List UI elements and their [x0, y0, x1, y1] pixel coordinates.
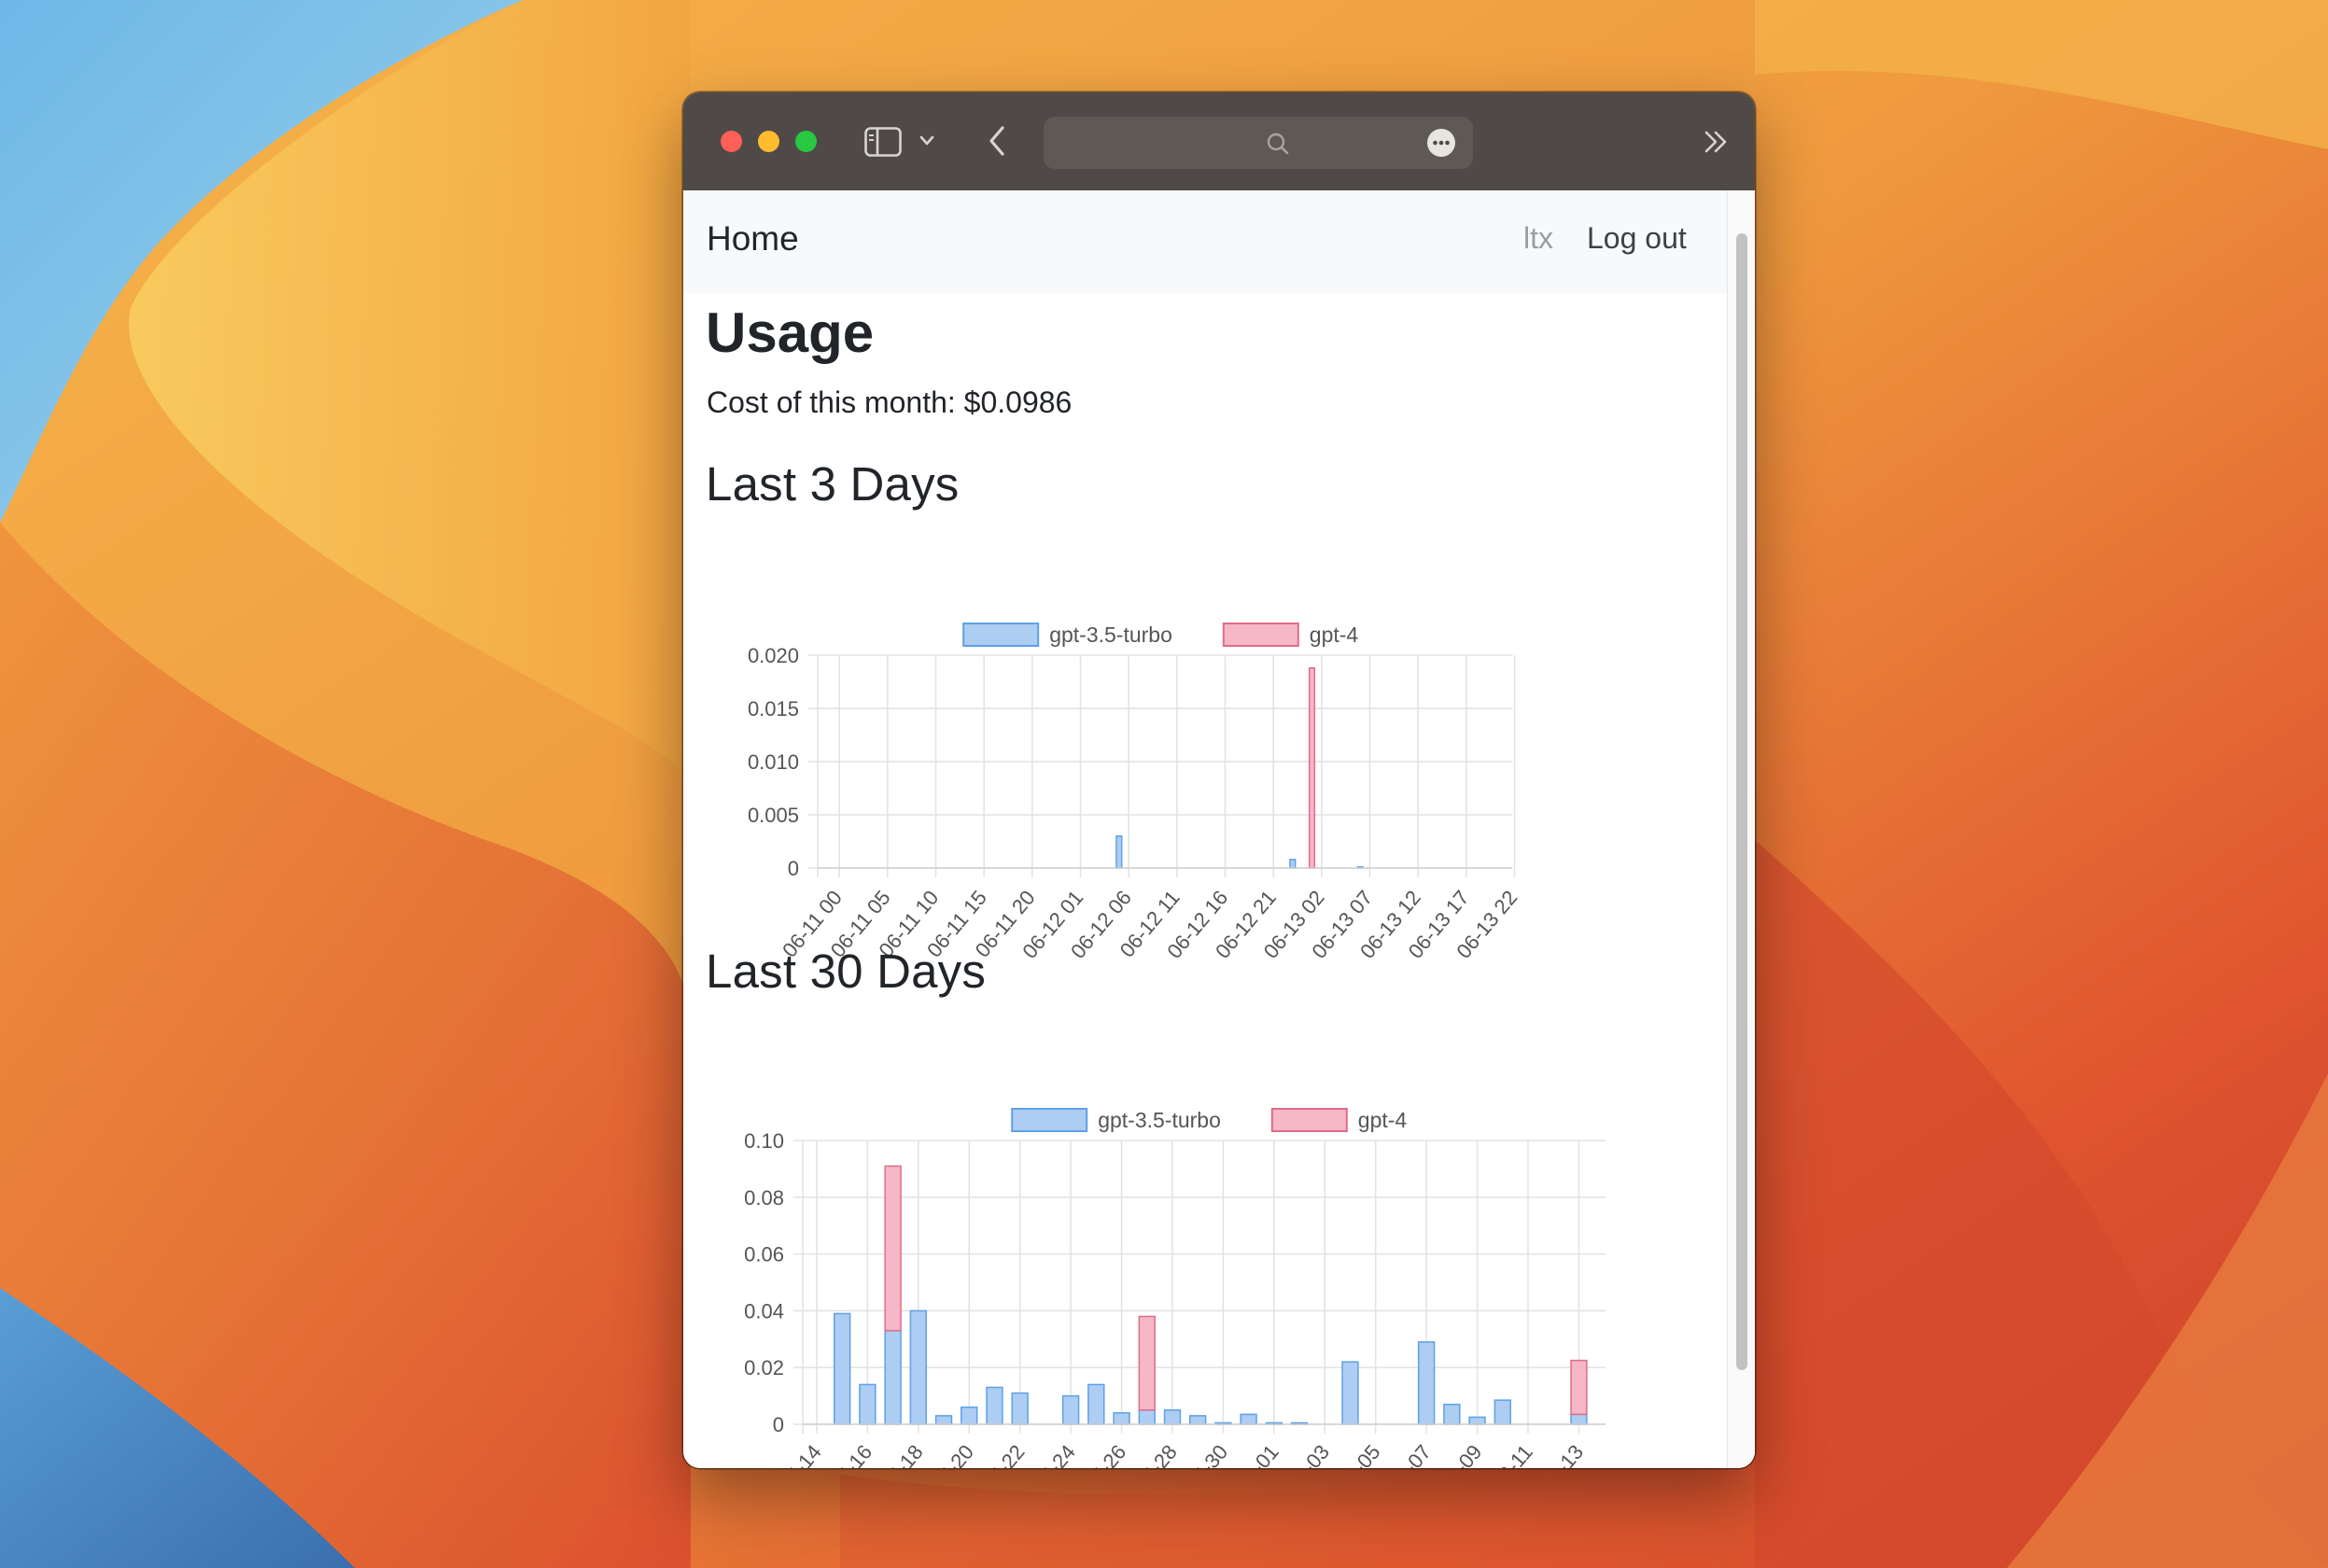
bar-gpt-3-5-turbo	[833, 1312, 851, 1425]
legend-label-gpt-4: gpt-4	[1358, 1108, 1408, 1132]
bar-gpt-4	[1308, 666, 1316, 869]
legend-swatch-gpt-3-5-turbo	[962, 623, 1040, 647]
address-bar[interactable]	[1044, 117, 1473, 169]
bar-gpt-3-5-turbo	[1341, 1361, 1359, 1425]
legend-swatch-gpt-3-5-turbo	[1011, 1108, 1088, 1132]
x-tick-label: 05-22	[977, 1440, 1029, 1468]
y-tick-label: 0.06	[744, 1243, 784, 1267]
x-tick-label: 05-20	[927, 1440, 978, 1468]
page-title: Usage	[706, 301, 875, 364]
bar-gpt-3-5-turbo	[1138, 1409, 1156, 1425]
legend-swatch-gpt-4	[1270, 1108, 1348, 1132]
x-tick-label: 06-13	[1536, 1440, 1588, 1468]
bar-gpt-3-5-turbo	[1570, 1413, 1588, 1425]
bar-gpt-4	[1570, 1359, 1588, 1416]
x-tick-label: 05-28	[1129, 1440, 1181, 1468]
legend-swatch-gpt-4	[1222, 623, 1299, 647]
section-title-last-3-days: Last 3 Days	[706, 457, 960, 511]
double-chevron-right-icon[interactable]	[1704, 130, 1730, 154]
sidebar-toggle-icon[interactable]	[864, 127, 902, 157]
legend-label-gpt-3-5-turbo: gpt-3.5-turbo	[1049, 623, 1172, 647]
x-tick-label: 06-09	[1435, 1440, 1486, 1468]
browser-toolbar	[683, 92, 1755, 190]
chevron-down-icon[interactable]	[919, 135, 934, 147]
bar-gpt-3-5-turbo	[1011, 1392, 1029, 1425]
x-tick-label: 06-05	[1333, 1440, 1384, 1468]
bar-gpt-3-5-turbo	[909, 1309, 928, 1425]
bar-gpt-3-5-turbo	[961, 1407, 978, 1425]
x-tick-label: 05-26	[1079, 1440, 1130, 1468]
y-tick-label: 0.08	[744, 1186, 784, 1210]
bar-gpt-3-5-turbo	[1189, 1415, 1207, 1425]
bar-gpt-4	[884, 1165, 902, 1332]
bar-gpt-3-5-turbo	[986, 1386, 1003, 1425]
scrollbar-track[interactable]	[1727, 190, 1755, 1468]
minimize-window-button[interactable]	[758, 131, 779, 152]
y-tick-label: 0.020	[748, 644, 799, 667]
bar-gpt-3-5-turbo	[1443, 1403, 1461, 1425]
x-tick-label: 06-07	[1384, 1440, 1436, 1468]
navbar: Home ltx Log out	[683, 190, 1727, 293]
y-tick-label: 0.015	[748, 697, 799, 721]
zoom-window-button[interactable]	[795, 131, 817, 152]
cost-label: Cost of this month:	[707, 385, 964, 419]
last-30-days-chart: gpt-3.5-turbo gpt-4 0 0.02 0.04 0.06 0.08 0.10 0…	[744, 1108, 1606, 1468]
y-tick-label: 0.02	[744, 1356, 784, 1379]
bar-gpt-3-5-turbo	[1289, 859, 1297, 869]
browser-window: Home ltx Log out Usage Cost of this mont…	[683, 92, 1755, 1468]
x-tick-label: 05-30	[1181, 1440, 1232, 1468]
y-tick-label: 0.005	[748, 804, 799, 827]
bar-gpt-3-5-turbo	[859, 1383, 877, 1425]
ellipsis-circle-icon[interactable]	[1426, 128, 1456, 158]
x-tick-label: 06-11	[1487, 1440, 1537, 1468]
bar-gpt-3-5-turbo	[1113, 1412, 1130, 1425]
home-link[interactable]: Home	[707, 219, 799, 259]
bar-gpt-3-5-turbo	[1061, 1394, 1080, 1425]
search-icon	[1267, 133, 1289, 155]
bar-gpt-3-5-turbo	[884, 1329, 902, 1425]
bar-gpt-4	[1138, 1315, 1156, 1411]
x-tick-label: 06-01	[1231, 1440, 1283, 1468]
bar-gpt-3-5-turbo	[1115, 835, 1123, 869]
section-title-last-30-days: Last 30 Days	[706, 945, 987, 998]
bar-gpt-3-5-turbo	[1417, 1341, 1436, 1425]
bar-gpt-3-5-turbo	[934, 1415, 953, 1425]
back-arrow-icon[interactable]	[987, 125, 1007, 157]
bar-gpt-3-5-turbo	[1163, 1409, 1182, 1425]
y-tick-label: 0	[773, 1413, 784, 1436]
x-tick-label: 05-18	[876, 1440, 927, 1468]
x-tick-label: 05-14	[774, 1440, 825, 1468]
y-tick-label: 0	[788, 857, 799, 880]
bar-gpt-3-5-turbo	[1494, 1399, 1511, 1425]
monthly-cost: Cost of this month: $0.0986	[707, 385, 1072, 420]
y-tick-label: 0.010	[748, 750, 799, 774]
x-tick-label: 05-24	[1029, 1440, 1080, 1468]
scrollbar-thumb[interactable]	[1736, 233, 1747, 1370]
bar-gpt-3-5-turbo	[1240, 1413, 1257, 1425]
logout-link[interactable]: Log out	[1587, 221, 1687, 256]
close-window-button[interactable]	[721, 131, 742, 152]
y-tick-label: 0.10	[744, 1129, 784, 1153]
cost-value: $0.0986	[963, 385, 1073, 419]
web-page: Home ltx Log out Usage Cost of this mont…	[683, 190, 1755, 1468]
legend-label-gpt-4: gpt-4	[1310, 623, 1359, 647]
y-tick-label: 0.04	[744, 1299, 784, 1323]
bar-gpt-3-5-turbo	[1087, 1383, 1105, 1425]
x-tick-label: 05-16	[825, 1440, 877, 1468]
bar-gpt-3-5-turbo	[1468, 1416, 1486, 1425]
legend-label-gpt-3-5-turbo: gpt-3.5-turbo	[1098, 1108, 1221, 1132]
username-link[interactable]: ltx	[1523, 221, 1553, 256]
x-tick-label: 06-03	[1283, 1440, 1334, 1468]
